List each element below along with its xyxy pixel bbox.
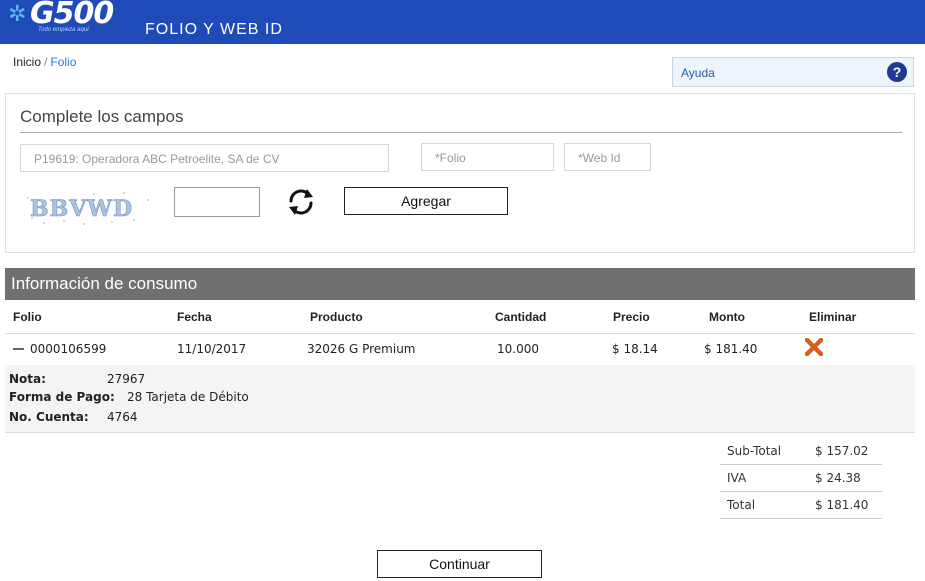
webid-input[interactable]: *Web Id (564, 143, 651, 171)
subtotal-value: $ 157.02 (815, 444, 869, 458)
row-producto: 32026 G Premium (307, 342, 416, 356)
form-panel: Complete los campos P19619: Operadora AB… (5, 93, 915, 253)
delete-x-icon[interactable] (803, 336, 825, 358)
detail-pago-value: 28 Tarjeta de Débito (127, 390, 249, 404)
col-cantidad: Cantidad (495, 310, 547, 324)
table-header-divider (5, 333, 915, 334)
top-bar: ✲ G500 Todo empieza aquí FOLIO Y WEB ID (0, 0, 925, 44)
breadcrumb-home-link[interactable]: Inicio (13, 55, 41, 69)
col-producto: Producto (310, 310, 363, 324)
col-eliminar: Eliminar (809, 310, 857, 324)
help-question-icon[interactable]: ? (887, 62, 907, 82)
col-folio: Folio (13, 310, 42, 324)
add-button[interactable]: Agregar (344, 187, 508, 215)
captcha-text: BBVWD (30, 196, 133, 222)
row-fecha: 11/10/2017 (177, 342, 247, 356)
breadcrumb: Inicio / Folio (13, 55, 76, 69)
collapse-minus-icon[interactable] (13, 347, 24, 350)
col-monto: Monto (709, 310, 745, 324)
iva-row: IVA $ 24.38 (720, 465, 882, 492)
iva-value: $ 24.38 (815, 471, 861, 485)
total-row: Total $ 181.40 (720, 492, 882, 519)
logo-mark-icon: ✲ (8, 2, 27, 27)
refresh-captcha-icon[interactable] (285, 186, 317, 218)
help-box[interactable]: Ayuda ? (672, 57, 914, 87)
total-value: $ 181.40 (815, 498, 869, 512)
total-label: Total (727, 498, 756, 512)
row-precio: $ 18.14 (612, 342, 658, 356)
subtotal-row: Sub-Total $ 157.02 (720, 438, 882, 465)
folio-input[interactable]: *Folio (421, 143, 554, 171)
form-divider (20, 132, 902, 133)
detail-nota-label: Nota: (9, 372, 46, 386)
row-folio: 0000106599 (13, 342, 106, 356)
detail-cuenta-value: 4764 (107, 410, 138, 424)
row-detail: Nota: 27967 Forma de Pago: 28 Tarjeta de… (5, 365, 915, 432)
col-fecha: Fecha (177, 310, 212, 324)
subtotal-label: Sub-Total (727, 444, 782, 458)
iva-label: IVA (727, 471, 747, 485)
detail-divider (5, 432, 915, 433)
col-precio: Precio (613, 310, 650, 324)
continue-button[interactable]: Continuar (377, 550, 542, 578)
row-monto: $ 181.40 (704, 342, 758, 356)
detail-pago-label: Forma de Pago: (9, 390, 115, 404)
breadcrumb-current[interactable]: Folio (50, 55, 76, 69)
row-cantidad: 10.000 (497, 342, 539, 356)
page-title: FOLIO Y WEB ID (145, 21, 283, 38)
row-folio-value: 0000106599 (30, 342, 107, 356)
totals-table: Sub-Total $ 157.02 IVA $ 24.38 Total $ 1… (720, 438, 882, 519)
company-select[interactable]: P19619: Operadora ABC Petroelite, SA de … (20, 144, 389, 172)
captcha-image: BBVWD (24, 188, 156, 228)
logo-tagline: Todo empieza aquí (38, 27, 89, 33)
consumption-header: Información de consumo (5, 268, 915, 300)
breadcrumb-separator: / (44, 55, 48, 69)
help-label: Ayuda (681, 66, 715, 80)
form-title: Complete los campos (20, 107, 184, 126)
detail-nota-value: 27967 (107, 372, 146, 386)
detail-cuenta-label: No. Cuenta: (9, 410, 89, 424)
captcha-input[interactable] (174, 187, 260, 217)
